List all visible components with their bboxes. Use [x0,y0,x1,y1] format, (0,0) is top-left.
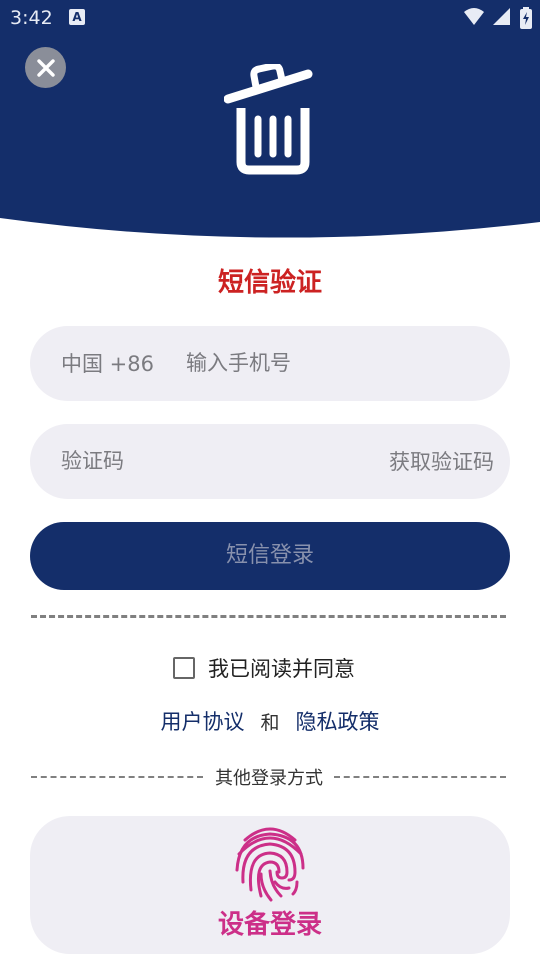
trash-icon [224,64,313,175]
country-code-selector[interactable]: 中国 +86 [61,348,154,378]
divider-right [334,776,506,778]
page-title: 短信验证 [217,268,322,298]
status-bar: 3:42 A [0,0,540,36]
wifi-icon [463,8,484,25]
status-indicators [460,7,532,29]
agreement-text: 我已阅读并同意 [208,657,355,681]
divider [31,615,506,618]
fingerprint-icon [235,827,305,902]
agreement-checkbox[interactable] [173,657,195,679]
device-login-label: 设备登录 [217,910,322,940]
agreement-row: 我已阅读并同意 [173,654,355,682]
close-icon [36,58,55,77]
device-login-button[interactable]: 设备登录 [30,816,510,954]
get-code-button[interactable]: 获取验证码 [389,446,494,476]
and-text: 和 [260,712,280,734]
signal-icon [492,8,510,25]
status-time: 3:42 [10,7,53,29]
user-agreement-link[interactable]: 用户协议 [160,710,244,734]
privacy-policy-link[interactable]: 隐私政策 [296,710,380,734]
app-notification-icon: A [69,9,85,25]
verification-code-input[interactable] [61,446,321,476]
code-field: 获取验证码 [30,424,510,499]
header: 3:42 A [0,0,540,240]
other-login-divider: 其他登录方式 [31,764,506,790]
battery-icon [520,7,532,29]
sms-login-button[interactable]: 短信登录 [30,522,510,590]
phone-field: 中国 +86 [30,326,510,401]
other-login-label: 其他登录方式 [215,768,323,789]
divider-left [31,776,203,778]
policy-links: 用户协议和隐私政策 [0,706,540,736]
phone-input[interactable] [186,348,486,378]
close-button[interactable] [25,47,66,88]
